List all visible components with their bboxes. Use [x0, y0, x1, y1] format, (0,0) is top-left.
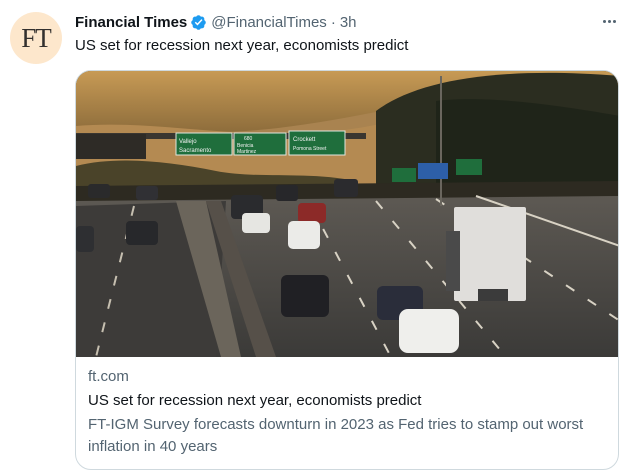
card-body: ft.com US set for recession next year, e… [88, 367, 606, 458]
sign-left-line1: Vallejo [179, 139, 197, 145]
avatar-logo-text: FT [21, 22, 51, 53]
sign-left-line2: Sacramento [179, 148, 212, 154]
card-domain: ft.com [88, 368, 129, 385]
more-options-icon[interactable] [596, 10, 622, 32]
user-handle[interactable]: @FinancialTimes [211, 14, 327, 31]
card-image[interactable]: Vallejo Sacramento 680 Benicia Martinez … [76, 71, 618, 357]
tweet-text: US set for recession next year, economis… [75, 37, 409, 54]
link-card[interactable]: Vallejo Sacramento 680 Benicia Martinez … [75, 70, 619, 470]
separator-dot: · [330, 13, 336, 31]
card-description: FT-IGM Survey forecasts downturn in 2023… [88, 416, 584, 455]
sign-right-line2: Pomona Street [293, 146, 327, 152]
tweet-header: Financial Times @FinancialTimes · 3h [75, 12, 357, 32]
tweet-timestamp[interactable]: 3h [340, 14, 357, 31]
sign-mid-top: 680 [244, 136, 253, 142]
card-title: US set for recession next year, economis… [88, 392, 422, 409]
sign-right-line1: Crockett [293, 137, 316, 143]
sign-mid-line2: Martinez [237, 149, 257, 155]
avatar[interactable]: FT [10, 12, 62, 64]
verified-badge-icon [190, 14, 207, 31]
display-name[interactable]: Financial Times [75, 14, 187, 31]
